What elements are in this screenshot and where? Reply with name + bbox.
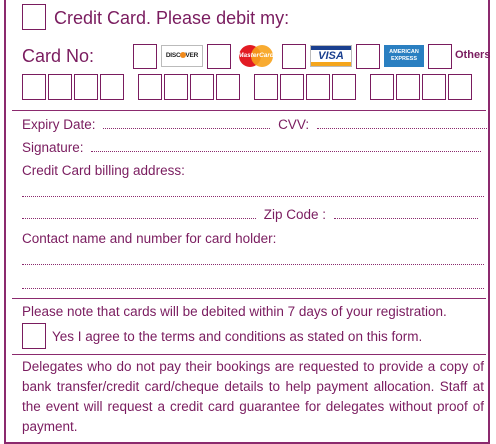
card-type-checkbox-visa[interactable] bbox=[282, 44, 306, 69]
expiry-label: Expiry Date: bbox=[22, 117, 96, 132]
card-type-checkbox-discover[interactable] bbox=[133, 44, 157, 69]
card-digit-box[interactable] bbox=[422, 74, 446, 100]
signature-row: Signature: bbox=[22, 140, 484, 156]
others-label: Others bbox=[455, 49, 491, 61]
card-digit-box[interactable] bbox=[100, 74, 124, 100]
card-digit-box[interactable] bbox=[448, 74, 472, 100]
card-digit-box[interactable] bbox=[22, 74, 46, 100]
amex-logo: AMERICAN EXPRESS bbox=[384, 45, 424, 67]
card-digit-box[interactable] bbox=[138, 74, 162, 100]
visa-logo: VISA bbox=[310, 45, 352, 67]
delegates-note: Delegates who do not pay their bookings … bbox=[22, 359, 484, 434]
card-digit-box[interactable] bbox=[74, 74, 98, 100]
contact-line-1[interactable] bbox=[22, 264, 484, 265]
section-divider bbox=[12, 354, 486, 355]
billing-address-line-1[interactable] bbox=[22, 196, 484, 197]
expiry-row: Expiry Date: CVV: bbox=[22, 117, 489, 133]
card-digit-box[interactable] bbox=[306, 74, 330, 100]
card-type-checkbox-others[interactable] bbox=[428, 44, 452, 69]
mastercard-logo: MasterCard bbox=[235, 45, 277, 67]
zip-code-field[interactable] bbox=[333, 218, 478, 219]
card-digit-box[interactable] bbox=[164, 74, 188, 100]
discover-logo: DISCOVER bbox=[161, 45, 203, 67]
signature-label: Signature: bbox=[22, 140, 84, 155]
agree-checkbox[interactable] bbox=[22, 323, 46, 349]
card-digit-box[interactable] bbox=[216, 74, 240, 100]
card-number-label: Card No: bbox=[22, 46, 95, 66]
credit-card-checkbox[interactable] bbox=[22, 4, 46, 30]
payment-title: Credit Card. Please debit my: bbox=[54, 8, 290, 28]
cvv-field[interactable] bbox=[316, 128, 489, 129]
contact-line-2[interactable] bbox=[22, 288, 484, 289]
section-divider bbox=[12, 110, 486, 111]
billing-address-line-2[interactable] bbox=[22, 218, 256, 219]
zip-row: Zip Code : bbox=[22, 207, 484, 223]
expiry-field[interactable] bbox=[103, 128, 271, 129]
card-type-checkbox-mastercard[interactable] bbox=[207, 44, 231, 69]
signature-field[interactable] bbox=[91, 151, 482, 152]
card-digit-box[interactable] bbox=[370, 74, 394, 100]
agree-label: Yes I agree to the terms and conditions … bbox=[52, 329, 423, 344]
section-divider bbox=[12, 298, 486, 299]
card-digit-box[interactable] bbox=[190, 74, 214, 100]
card-type-checkbox-amex[interactable] bbox=[356, 44, 380, 69]
cvv-label: CVV: bbox=[278, 117, 310, 132]
contact-label: Contact name and number for card holder: bbox=[22, 231, 277, 246]
card-digit-box[interactable] bbox=[332, 74, 356, 100]
zip-code-label: Zip Code : bbox=[263, 207, 327, 222]
card-digit-box[interactable] bbox=[280, 74, 304, 100]
billing-address-label: Credit Card billing address: bbox=[22, 163, 185, 178]
debit-note: Please note that cards will be debited w… bbox=[22, 304, 447, 319]
card-digit-box[interactable] bbox=[254, 74, 278, 100]
card-digit-box[interactable] bbox=[396, 74, 420, 100]
card-digit-box[interactable] bbox=[48, 74, 72, 100]
